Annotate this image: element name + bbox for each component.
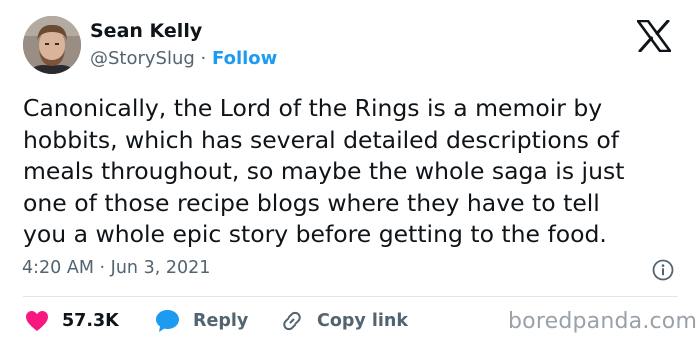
tweet-line: hobbits, which has several detailed desc… xyxy=(23,125,620,154)
like-count: 57.3K xyxy=(62,311,119,331)
like-button[interactable]: 57.3K xyxy=(25,306,119,336)
tweet-card: Sean Kelly @StorySlug · Follow Canonical… xyxy=(0,0,700,348)
info-icon[interactable] xyxy=(652,259,674,281)
tweet-line: you a whole epic story before getting to… xyxy=(23,220,607,249)
copy-link-button[interactable]: Copy link xyxy=(280,306,408,336)
copy-link-label: Copy link xyxy=(317,311,408,331)
author-name[interactable]: Sean Kelly xyxy=(90,20,202,42)
reply-button[interactable]: Reply xyxy=(155,306,248,336)
reply-bubble-icon xyxy=(156,310,179,332)
tweet-text: Canonically, the Lord of the Rings is a … xyxy=(23,93,693,251)
tweet-date: Jun 3, 2021 xyxy=(110,258,211,278)
watermark: boredpanda.com xyxy=(508,309,698,334)
author-handle-row: @StorySlug · Follow xyxy=(90,48,277,69)
avatar-photo xyxy=(23,16,81,74)
avatar[interactable] xyxy=(23,16,81,74)
tweet-line: Canonically, the Lord of the Rings is a … xyxy=(23,94,603,122)
date-separator: · xyxy=(99,258,106,278)
heart-icon xyxy=(26,311,48,331)
tweet-line: meals throughout, so maybe the whole sag… xyxy=(23,157,625,186)
tweet-line: one of those recipe blogs where they hav… xyxy=(23,188,600,217)
follow-button[interactable]: Follow xyxy=(212,48,277,69)
link-icon xyxy=(283,311,301,331)
tweet-time: 4:20 AM xyxy=(22,258,94,278)
author-handle[interactable]: @StorySlug xyxy=(90,48,195,69)
x-logo-icon[interactable] xyxy=(637,20,671,52)
divider xyxy=(23,296,678,297)
reply-label: Reply xyxy=(193,311,249,331)
handle-separator: · xyxy=(200,48,207,69)
tweet-timestamp[interactable]: 4:20 AM · Jun 3, 2021 xyxy=(22,258,210,278)
